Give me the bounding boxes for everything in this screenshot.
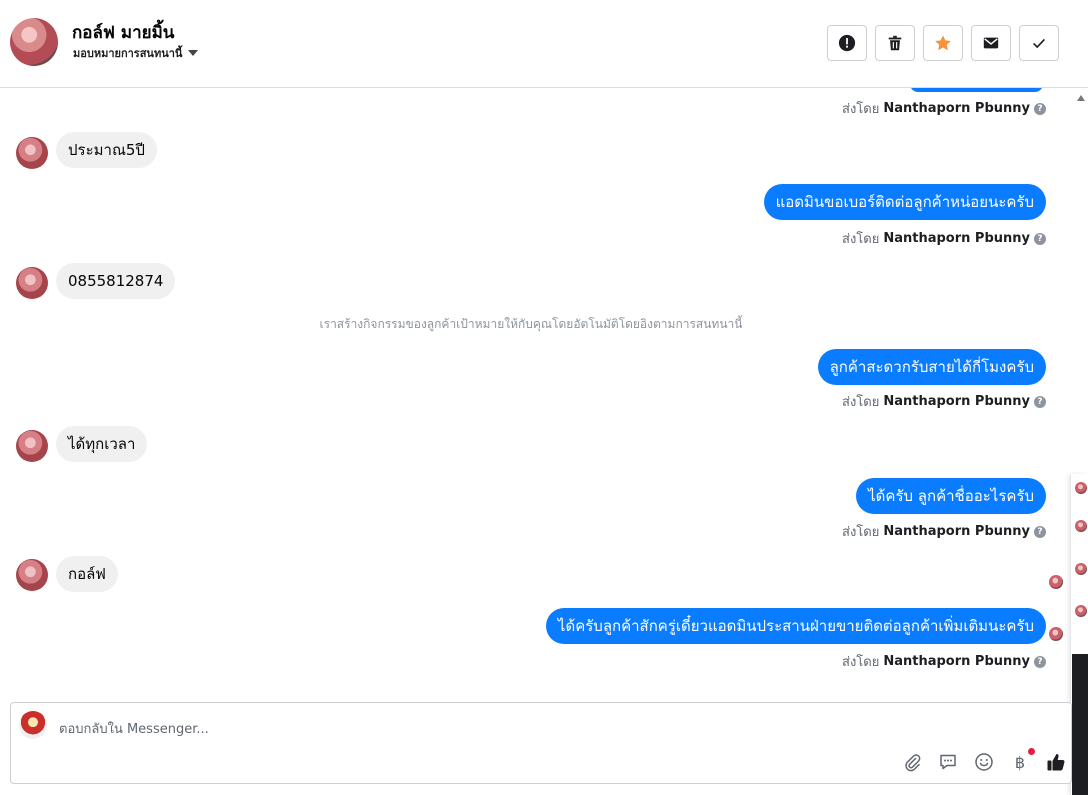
contact-avatar[interactable] [10, 18, 58, 66]
attach-button[interactable] [901, 751, 923, 773]
mark-unread-button[interactable] [971, 25, 1011, 61]
contact-avatar-small[interactable] [16, 559, 48, 591]
baht-payment-icon: ฿ [1015, 753, 1025, 772]
system-notice: เราสร้างกิจกรรมของลูกค้าเป้าหมายให้กับคุ… [319, 317, 743, 331]
received-message-bubble: ได้ทุกเวลา [56, 426, 148, 462]
notification-dot [1028, 748, 1035, 755]
sent-message-bubble [910, 88, 1043, 92]
agent-name[interactable]: Nanthaporn Pbunny [883, 654, 1030, 669]
scroll-up-arrow[interactable] [1077, 95, 1085, 101]
received-message-bubble: กอล์ฟ [56, 556, 118, 592]
help-icon[interactable]: ? [1034, 525, 1046, 538]
sent-by-info: ส่งโดย Nanthaporn Pbunny ? [842, 228, 1046, 249]
agent-name[interactable]: Nanthaporn Pbunny [883, 101, 1030, 116]
composer-toolbar: ฿ [901, 748, 1067, 773]
sent-by-label: ส่งโดย [842, 395, 880, 410]
contact-thumb[interactable] [1075, 520, 1087, 532]
sent-message-bubble: ลูกค้าสะดวกรับสายได้กี่โมงครับ [817, 349, 1046, 385]
received-message-bubble: ประมาณ5ปี [56, 132, 157, 168]
assign-label: มอบหมายการสนทนานี้ [73, 47, 183, 60]
page-avatar [19, 711, 47, 739]
svg-text:฿: ฿ [1015, 753, 1025, 772]
alert-icon [838, 34, 856, 52]
star-button[interactable] [923, 25, 963, 61]
sent-message-bubble: ได้ครับลูกค้าสักครู่เดี๋ยวแอดมินประสานฝ่… [545, 608, 1046, 644]
emoji-button[interactable] [973, 751, 995, 773]
received-message-bubble: 0855812874 [56, 263, 176, 299]
conversation-header: กอล์ฟ มายมิ้น มอบหมายการสนทนานี้ [0, 0, 1088, 88]
contact-thumb[interactable] [1075, 482, 1087, 494]
read-receipt-avatar [1049, 627, 1063, 641]
contact-thumb[interactable] [1075, 563, 1087, 575]
sent-by-label: ส่งโดย [842, 232, 880, 247]
assign-conversation-dropdown[interactable]: มอบหมายการสนทนานี้ [73, 44, 199, 62]
contact-avatar-small[interactable] [16, 430, 48, 462]
contact-avatar-small[interactable] [16, 267, 48, 299]
contact-avatar-small[interactable] [16, 137, 48, 169]
star-icon [935, 35, 951, 51]
help-icon[interactable]: ? [1034, 655, 1046, 668]
sent-by-info: ส่งโดย Nanthaporn Pbunny ? [842, 521, 1046, 542]
reply-input[interactable]: ตอบกลับใน Messenger... [59, 718, 209, 739]
inbox-conversation-view: กอล์ฟ มายมิ้น มอบหมายการสนทนานี้ ส่งโดย … [0, 0, 1088, 795]
sent-by-label: ส่งโดย [842, 655, 880, 670]
like-icon [1047, 754, 1065, 771]
contact-name[interactable]: กอล์ฟ มายมิ้น [72, 19, 174, 46]
reply-composer[interactable]: ตอบกลับใน Messenger... ฿ [10, 702, 1072, 784]
mark-spam-button[interactable] [827, 25, 867, 61]
agent-name[interactable]: Nanthaporn Pbunny [883, 394, 1030, 409]
sent-by-info: ส่งโดย Nanthaporn Pbunny ? [842, 391, 1046, 412]
conversation-actions [827, 25, 1059, 61]
sent-message-bubble: แอดมินขอเบอร์ติดต่อลูกค้าหน่อยนะครับ [763, 184, 1046, 220]
contact-thumb[interactable] [1075, 605, 1087, 617]
envelope-icon [983, 37, 999, 49]
delete-button[interactable] [875, 25, 915, 61]
sent-by-info: ส่งโดย Nanthaporn Pbunny ? [842, 98, 1046, 119]
emoji-icon [975, 753, 993, 771]
sent-by-label: ส่งโดย [842, 525, 880, 540]
help-icon[interactable]: ? [1034, 232, 1046, 245]
trash-icon [888, 35, 902, 51]
sent-by-info: ส่งโดย Nanthaporn Pbunny ? [842, 651, 1046, 672]
saved-replies-icon [940, 754, 956, 770]
seen-indicator-avatar [1049, 575, 1063, 589]
sent-message-bubble: ได้ครับ ลูกค้าชื่ออะไรครับ [856, 478, 1046, 514]
sent-by-label: ส่งโดย [842, 102, 880, 117]
saved-replies-button[interactable] [937, 751, 959, 773]
check-icon [1033, 38, 1045, 49]
caret-down-icon [188, 50, 199, 56]
side-panel-strip[interactable] [1070, 474, 1088, 795]
payment-button[interactable]: ฿ [1009, 748, 1035, 773]
agent-name[interactable]: Nanthaporn Pbunny [883, 231, 1030, 246]
help-icon[interactable]: ? [1034, 395, 1046, 408]
dark-panel-edge [1072, 654, 1088, 795]
mark-done-button[interactable] [1019, 25, 1059, 61]
help-icon[interactable]: ? [1034, 102, 1046, 115]
paperclip-icon [905, 754, 921, 772]
message-list[interactable]: ส่งโดย Nanthaporn Pbunny ? ประมาณ5ปี แอด… [0, 88, 1072, 700]
agent-name[interactable]: Nanthaporn Pbunny [883, 524, 1030, 539]
like-button[interactable] [1045, 751, 1067, 773]
